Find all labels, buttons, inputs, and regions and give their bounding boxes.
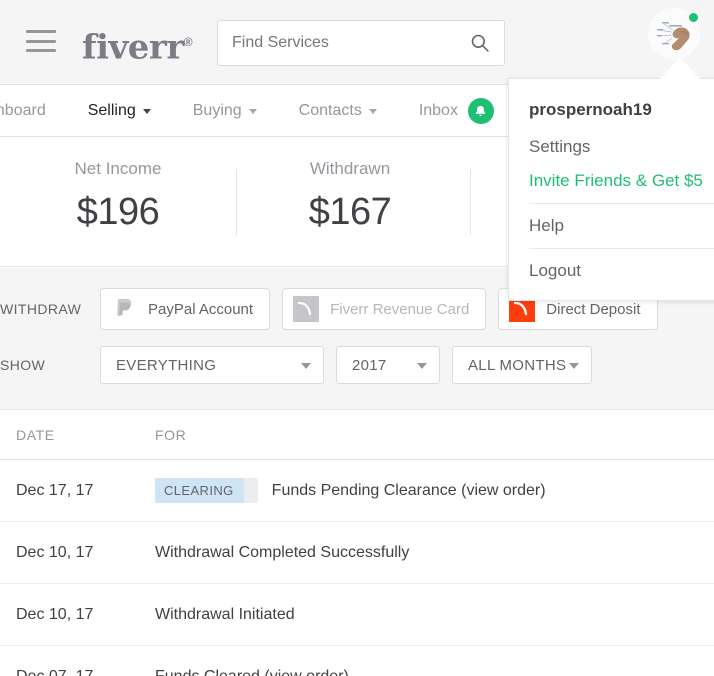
fiverr-card-icon	[292, 295, 320, 323]
cell-for: Withdrawal Completed Successfully	[155, 544, 714, 562]
stat-value-net-income: $196	[8, 191, 228, 234]
stat-label-net-income: Net Income	[8, 159, 228, 179]
nav-label-dashboard: ashboard	[0, 102, 46, 120]
status-badge-tail	[244, 478, 258, 503]
withdraw-option-paypal[interactable]: PayPal Account	[100, 288, 270, 330]
nav-item-selling[interactable]: Selling	[67, 85, 172, 137]
fiverr-logo[interactable]: fiverr®	[82, 22, 192, 67]
registered-mark-icon: ®	[184, 35, 192, 49]
cell-description[interactable]: Funds Cleared (view order)	[155, 668, 349, 676]
search-icon[interactable]	[470, 33, 490, 53]
user-menu-item-help[interactable]: Help	[509, 209, 714, 243]
table-row[interactable]: Dec 17, 17 CLEARING Funds Pending Cleara…	[0, 460, 714, 522]
withdraw-label-direct-deposit: Direct Deposit	[546, 301, 640, 318]
withdraw-label-revenue-card: Fiverr Revenue Card	[330, 301, 469, 318]
cell-date: Dec 10, 17	[0, 606, 155, 624]
stat-value-withdrawn: $167	[240, 191, 460, 234]
cell-date: Dec 07, 17	[0, 668, 155, 676]
user-menu-arrow	[660, 57, 700, 79]
filter-value-month: ALL MONTHS	[453, 357, 566, 374]
table-row[interactable]: Dec 10, 17 Withdrawal Completed Successf…	[0, 522, 714, 584]
show-row: SHOW EVERYTHING 2017 ALL MONTHS	[0, 346, 604, 384]
stat-withdrawn: Withdrawn $167	[240, 159, 460, 234]
nav-label-buying: Buying	[193, 102, 242, 120]
nav-label-contacts: Contacts	[299, 102, 362, 120]
menu-divider	[529, 248, 714, 249]
filter-value-year: 2017	[337, 357, 387, 374]
nav-item-buying[interactable]: Buying	[172, 85, 278, 137]
cell-description: Withdrawal Initiated	[155, 606, 295, 624]
filter-select-year[interactable]: 2017	[336, 346, 440, 384]
cell-for: Funds Cleared (view order)	[155, 668, 714, 676]
user-menu-item-invite-friends[interactable]: Invite Friends & Get $5	[509, 164, 714, 198]
chevron-down-icon	[417, 363, 427, 369]
stat-divider	[236, 169, 237, 235]
stat-label-withdrawn: Withdrawn	[240, 159, 460, 179]
column-header-date: DATE	[0, 427, 155, 443]
user-menu-username[interactable]: prospernoah19	[509, 93, 714, 130]
status-badge-label: CLEARING	[155, 478, 244, 503]
cell-date: Dec 17, 17	[0, 482, 155, 500]
column-header-for: FOR	[155, 427, 714, 443]
menu-divider	[529, 203, 714, 204]
nav-item-inbox[interactable]: Inbox	[398, 85, 515, 137]
filter-select-type[interactable]: EVERYTHING	[100, 346, 324, 384]
bell-icon[interactable]	[468, 98, 494, 124]
chevron-down-icon	[569, 363, 579, 369]
cell-for: CLEARING Funds Pending Clearance (view o…	[155, 478, 714, 503]
user-menu-item-settings[interactable]: Settings	[509, 130, 714, 164]
hamburger-icon[interactable]	[26, 30, 56, 52]
table-header-row: DATE FOR	[0, 410, 714, 460]
nav-item-dashboard[interactable]: ashboard	[0, 85, 67, 137]
fiverr-logo-text: fiverr	[82, 27, 184, 67]
filter-select-month[interactable]: ALL MONTHS	[452, 346, 592, 384]
user-menu: prospernoah19 Settings Invite Friends & …	[508, 78, 714, 301]
withdraw-label-paypal: PayPal Account	[148, 301, 253, 318]
chevron-down-icon	[301, 363, 311, 369]
nav-item-contacts[interactable]: Contacts	[278, 85, 398, 137]
status-badge: CLEARING	[155, 478, 258, 503]
cell-date: Dec 10, 17	[0, 544, 155, 562]
chevron-down-icon	[143, 109, 151, 114]
nav-label-inbox: Inbox	[419, 102, 458, 120]
stat-net-income: Net Income $196	[8, 159, 228, 234]
avatar[interactable]	[648, 8, 702, 62]
cell-description[interactable]: Funds Pending Clearance (view order)	[272, 482, 546, 500]
table-row[interactable]: Dec 07, 17 Funds Cleared (view order)	[0, 646, 714, 676]
withdraw-label: WITHDRAW	[0, 301, 100, 317]
fiverr-earnings-page: fiverr®	[0, 0, 714, 676]
online-status-indicator	[687, 11, 700, 24]
chevron-down-icon	[369, 109, 377, 114]
paypal-icon	[110, 295, 138, 323]
search-input[interactable]	[232, 21, 462, 65]
show-label: SHOW	[0, 357, 100, 373]
search-bar[interactable]	[217, 20, 505, 66]
withdraw-option-revenue-card[interactable]: Fiverr Revenue Card	[282, 288, 486, 330]
stat-divider	[470, 169, 471, 235]
filter-value-type: EVERYTHING	[101, 357, 216, 374]
nav-label-selling: Selling	[88, 102, 136, 120]
user-menu-item-logout[interactable]: Logout	[509, 254, 714, 288]
top-header: fiverr®	[0, 0, 714, 85]
cell-description: Withdrawal Completed Successfully	[155, 544, 409, 562]
table-row[interactable]: Dec 10, 17 Withdrawal Initiated	[0, 584, 714, 646]
transactions-table: DATE FOR Dec 17, 17 CLEARING Funds Pendi…	[0, 410, 714, 676]
chevron-down-icon	[249, 109, 257, 114]
cell-for: Withdrawal Initiated	[155, 606, 714, 624]
